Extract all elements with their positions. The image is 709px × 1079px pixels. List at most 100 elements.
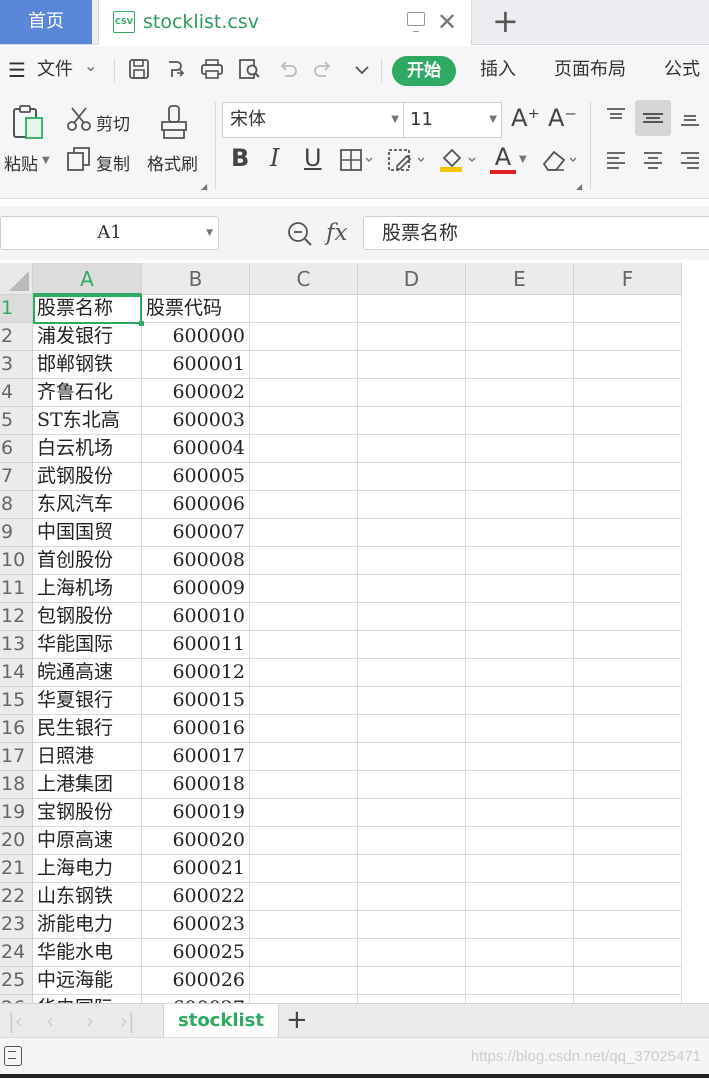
shrink-font-button[interactable]: A⁻ xyxy=(548,104,577,132)
cell-stock-name[interactable]: 民生银行 xyxy=(33,715,142,743)
cell-empty[interactable] xyxy=(466,407,574,435)
borders-icon[interactable] xyxy=(339,148,375,176)
cell-empty[interactable] xyxy=(250,631,358,659)
cell-empty[interactable] xyxy=(250,295,358,323)
cell-stock-name[interactable]: 中远海能 xyxy=(33,967,142,995)
cell-empty[interactable] xyxy=(358,799,466,827)
cell-stock-code[interactable]: 600023 xyxy=(142,911,250,939)
monitor-icon[interactable] xyxy=(407,12,425,32)
cell-stock-name[interactable]: 股票名称 xyxy=(33,295,142,323)
cell-stock-name[interactable]: 首创股份 xyxy=(33,547,142,575)
cell-stock-code[interactable]: 600011 xyxy=(142,631,250,659)
row-header[interactable]: 22 xyxy=(0,883,33,911)
align-bottom-icon[interactable] xyxy=(678,106,702,132)
cell-empty[interactable] xyxy=(250,491,358,519)
cell-stock-name[interactable]: 东风汽车 xyxy=(33,491,142,519)
cell-stock-code[interactable]: 600016 xyxy=(142,715,250,743)
cell-empty[interactable] xyxy=(574,939,682,967)
cell-empty[interactable] xyxy=(466,743,574,771)
cell-stock-name[interactable]: ST东北高 xyxy=(33,407,142,435)
close-tab-icon[interactable]: ✕ xyxy=(437,0,457,44)
cell-empty[interactable] xyxy=(466,547,574,575)
cell-stock-code[interactable]: 600010 xyxy=(142,603,250,631)
cell-style-icon[interactable] xyxy=(387,148,429,176)
cell-stock-name[interactable]: 白云机场 xyxy=(33,435,142,463)
clipboard-expand-icon[interactable]: ◢ xyxy=(201,182,207,191)
row-header[interactable]: 8 xyxy=(0,491,33,519)
fill-color-icon[interactable] xyxy=(438,146,480,178)
cell-stock-name[interactable]: 上海电力 xyxy=(33,855,142,883)
cell-stock-code[interactable]: 600006 xyxy=(142,491,250,519)
grow-font-button[interactable]: A⁺ xyxy=(511,104,540,132)
cell-empty[interactable] xyxy=(574,995,682,1003)
undo-icon[interactable] xyxy=(276,58,300,82)
cell-empty[interactable] xyxy=(358,519,466,547)
scissors-icon[interactable] xyxy=(66,106,92,136)
cell-empty[interactable] xyxy=(358,491,466,519)
format-painter-label[interactable]: 格式刷 xyxy=(147,150,198,175)
cell-empty[interactable] xyxy=(250,519,358,547)
cell-empty[interactable] xyxy=(250,575,358,603)
cell-stock-code[interactable]: 600001 xyxy=(142,351,250,379)
row-header[interactable]: 5 xyxy=(0,407,33,435)
row-header[interactable]: 18 xyxy=(0,771,33,799)
row-header[interactable]: 23 xyxy=(0,911,33,939)
cell-stock-name[interactable]: 华能水电 xyxy=(33,939,142,967)
cell-stock-name[interactable]: 上港集团 xyxy=(33,771,142,799)
print-preview-icon[interactable] xyxy=(238,58,262,82)
row-header[interactable]: 6 xyxy=(0,435,33,463)
cell-stock-code[interactable]: 600018 xyxy=(142,771,250,799)
hamburger-menu-icon[interactable]: ☰ xyxy=(8,46,26,94)
cell-empty[interactable] xyxy=(466,827,574,855)
cell-stock-code[interactable]: 600007 xyxy=(142,519,250,547)
cell-empty[interactable] xyxy=(250,463,358,491)
cell-empty[interactable] xyxy=(250,799,358,827)
cell-stock-code[interactable]: 600002 xyxy=(142,379,250,407)
cell-stock-code[interactable]: 600004 xyxy=(142,435,250,463)
cell-empty[interactable] xyxy=(466,491,574,519)
fx-icon[interactable]: fx xyxy=(326,216,347,250)
cell-stock-code[interactable]: 600000 xyxy=(142,323,250,351)
cell-empty[interactable] xyxy=(466,911,574,939)
tab-stocklist-file[interactable]: CSV stocklist.csv ✕ xyxy=(98,0,472,45)
cut-label[interactable]: 剪切 xyxy=(96,110,130,135)
cell-empty[interactable] xyxy=(358,911,466,939)
row-header[interactable]: 3 xyxy=(0,351,33,379)
name-box[interactable]: A1 ▼ xyxy=(0,216,219,250)
cell-empty[interactable] xyxy=(358,827,466,855)
cell-stock-name[interactable]: 华电国际 xyxy=(33,995,142,1003)
cell-empty[interactable] xyxy=(466,323,574,351)
align-top-icon[interactable] xyxy=(604,106,628,132)
macro-record-icon[interactable] xyxy=(4,1046,22,1066)
underline-button[interactable]: U xyxy=(304,144,322,172)
cell-empty[interactable] xyxy=(358,687,466,715)
cell-empty[interactable] xyxy=(466,855,574,883)
cell-empty[interactable] xyxy=(250,379,358,407)
cell-empty[interactable] xyxy=(250,855,358,883)
cell-empty[interactable] xyxy=(574,911,682,939)
cell-empty[interactable] xyxy=(250,323,358,351)
tab-start[interactable]: 开始 xyxy=(392,56,456,86)
tab-home[interactable]: 首页 xyxy=(0,0,92,44)
cell-empty[interactable] xyxy=(250,547,358,575)
cell-empty[interactable] xyxy=(358,575,466,603)
format-painter-icon[interactable] xyxy=(158,104,190,144)
row-header[interactable]: 10 xyxy=(0,547,33,575)
italic-button[interactable]: I xyxy=(270,144,279,172)
row-header[interactable]: 2 xyxy=(0,323,33,351)
align-center-icon[interactable] xyxy=(641,150,665,176)
row-header[interactable]: 24 xyxy=(0,939,33,967)
cell-stock-name[interactable]: 包钢股份 xyxy=(33,603,142,631)
cell-empty[interactable] xyxy=(466,435,574,463)
cell-empty[interactable] xyxy=(466,995,574,1003)
font-size-select[interactable]: 11 ▼ xyxy=(403,102,502,138)
column-header-f[interactable]: F xyxy=(574,263,682,295)
cell-stock-code[interactable]: 600020 xyxy=(142,827,250,855)
cell-stock-name[interactable]: 山东钢铁 xyxy=(33,883,142,911)
cell-stock-code[interactable]: 600025 xyxy=(142,939,250,967)
cell-empty[interactable] xyxy=(466,379,574,407)
cell-empty[interactable] xyxy=(574,323,682,351)
column-header-c[interactable]: C xyxy=(250,263,358,295)
add-sheet-button[interactable]: + xyxy=(286,1004,308,1038)
cell-empty[interactable] xyxy=(466,463,574,491)
